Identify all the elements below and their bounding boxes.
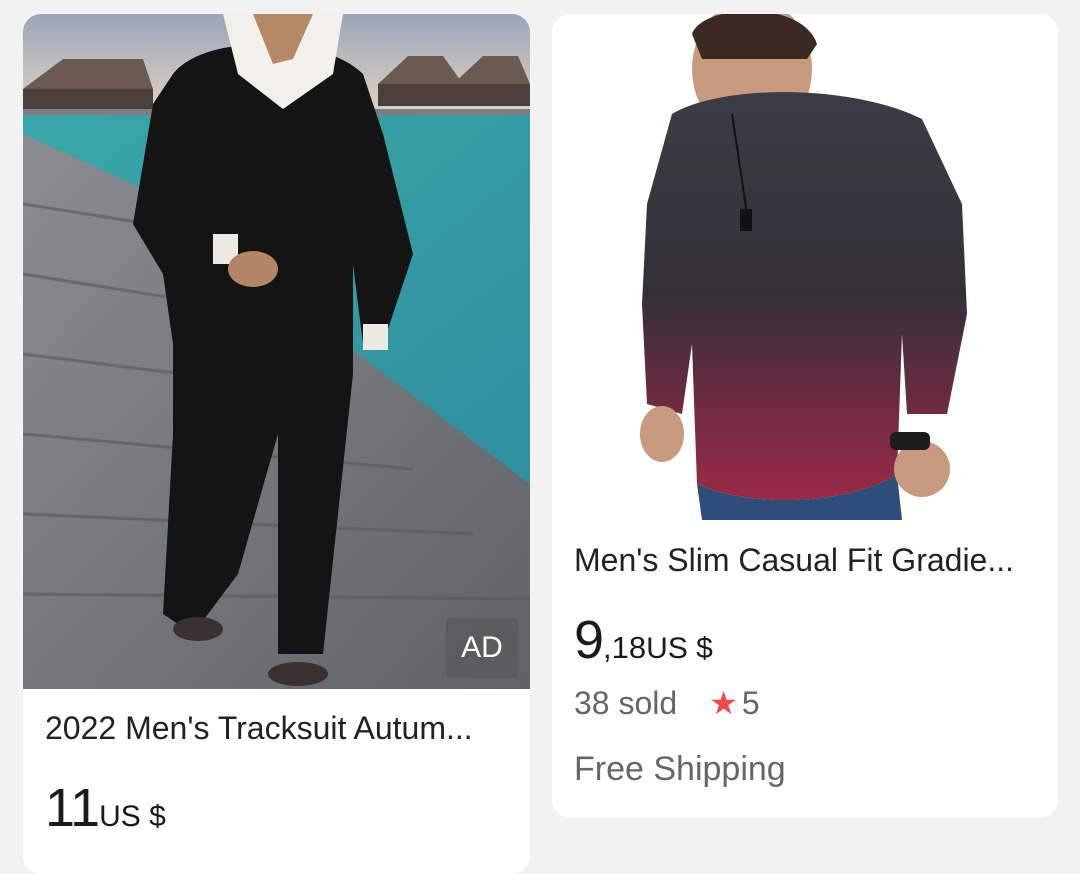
rating-value: 5	[741, 684, 760, 721]
price-integer: 9	[574, 610, 604, 670]
price-decimal: ,18	[603, 630, 647, 665]
shipping-label: Free Shipping	[574, 750, 786, 788]
product-stats: 38 sold ★ 5	[574, 684, 760, 722]
price-currency: US $	[646, 632, 713, 665]
product-price: 11US $	[45, 777, 166, 839]
star-icon: ★	[709, 685, 738, 721]
price-integer: 11	[45, 778, 100, 838]
product-image[interactable]	[552, 14, 1058, 520]
ad-badge: AD	[446, 618, 518, 678]
product-image[interactable]	[23, 14, 530, 689]
product-price: 9,18US $	[574, 609, 713, 671]
product-card[interactable]: AD 2022 Men's Tracksuit Autum... 11US $	[23, 14, 530, 874]
product-card[interactable]: Men's Slim Casual Fit Gradie... 9,18US $…	[552, 14, 1058, 818]
sold-count: 38 sold	[574, 684, 678, 721]
price-currency: US $	[99, 800, 166, 833]
product-title[interactable]: Men's Slim Casual Fit Gradie...	[574, 542, 1038, 579]
product-title[interactable]: 2022 Men's Tracksuit Autum...	[45, 710, 510, 747]
